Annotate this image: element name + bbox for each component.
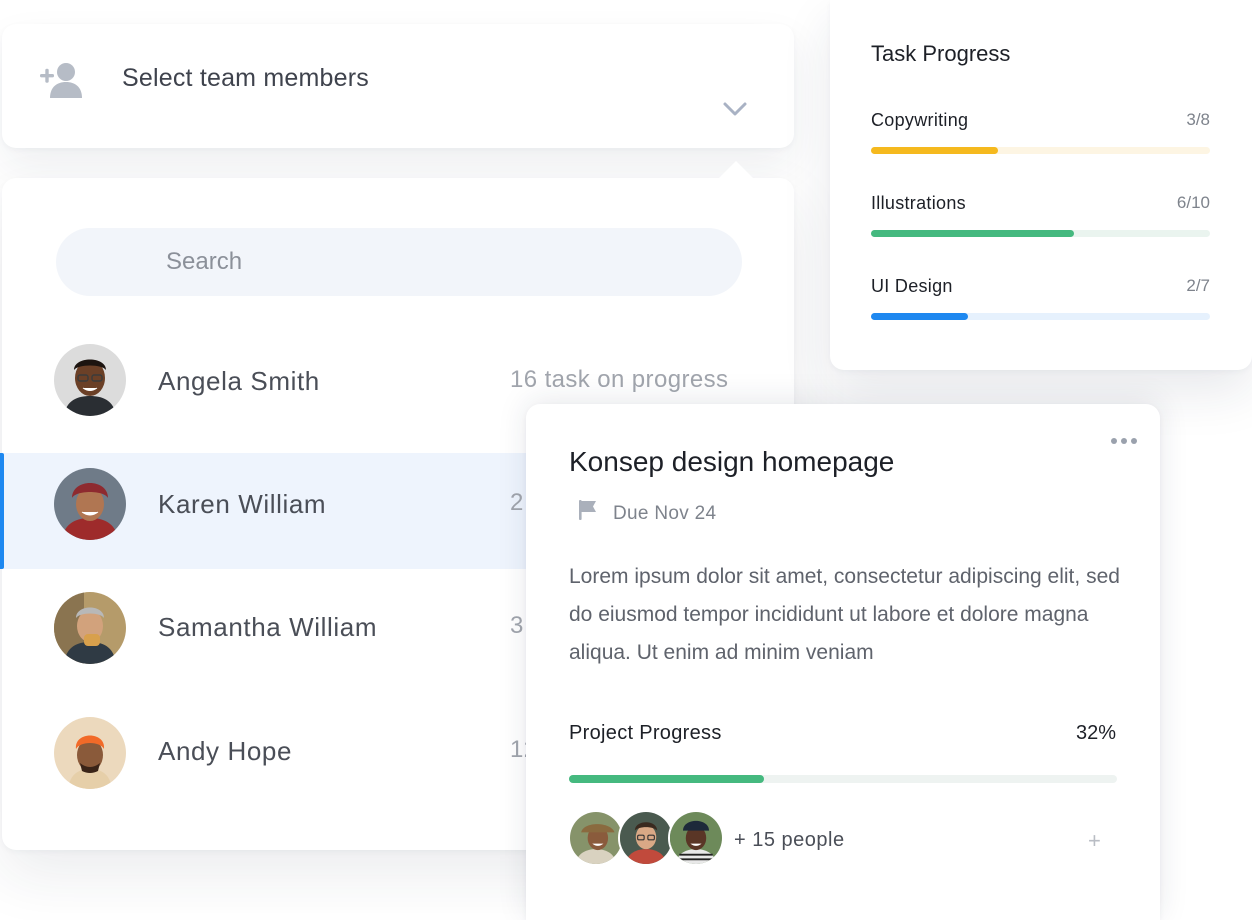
avatar (54, 592, 126, 664)
due-date: Due Nov 24 (613, 503, 717, 524)
task-progress-fill (871, 147, 999, 154)
people-count: + 15 people (734, 829, 845, 851)
avatar (54, 468, 126, 540)
task-name: Illustrations (871, 193, 966, 213)
task-item-ui-design: UI Design 2/7 (871, 276, 1210, 326)
task-progress-track (871, 147, 1210, 154)
team-select-dropdown[interactable]: Select team members (2, 24, 794, 148)
project-card: Konsep design homepage Due Nov 24 Lorem … (526, 404, 1160, 920)
flag-icon (579, 500, 596, 520)
task-progress-fill (871, 313, 968, 320)
member-name: Angela Smith (158, 366, 320, 396)
project-progress-track (569, 775, 1117, 783)
task-progress-card: Task Progress Copywriting 3/8 Illustrati… (830, 0, 1252, 370)
task-name: Copywriting (871, 110, 969, 130)
task-item-illustrations: Illustrations 6/10 (871, 193, 1210, 243)
avatar (54, 717, 126, 789)
task-count: 6/10 (1176, 193, 1210, 212)
avatar (618, 810, 674, 866)
project-title: Konsep design homepage (569, 446, 895, 477)
add-people-button[interactable]: + (1088, 828, 1101, 854)
more-dots-icon[interactable] (1110, 436, 1138, 446)
member-task-count: 3 (510, 612, 524, 639)
task-progress-title: Task Progress (871, 41, 1011, 66)
avatar (668, 810, 724, 866)
project-progress-value: 32% (1075, 722, 1116, 744)
project-description: Lorem ipsum dolor sit amet, consectetur … (569, 565, 1120, 664)
member-name: Andy Hope (158, 736, 293, 766)
project-progress-fill (569, 775, 764, 783)
task-progress-fill (871, 230, 1075, 237)
task-count: 2/7 (1186, 276, 1210, 295)
member-task-count: 2 (510, 489, 524, 516)
search-input[interactable] (56, 228, 742, 296)
task-count: 3/8 (1186, 110, 1210, 129)
project-progress-label: Project Progress (569, 722, 722, 744)
chevron-down-icon[interactable] (722, 100, 748, 118)
avatar (568, 810, 624, 866)
task-name: UI Design (871, 276, 953, 296)
dropdown-caret (718, 161, 754, 179)
task-item-copywriting: Copywriting 3/8 (871, 110, 1210, 160)
member-task-count: 16 task on progress (510, 366, 729, 393)
member-name: Samantha William (158, 612, 378, 642)
task-progress-track (871, 230, 1210, 237)
member-name: Karen William (158, 489, 327, 519)
avatar (54, 344, 126, 416)
task-progress-track (871, 313, 1210, 320)
select-team-label: Select team members (122, 64, 369, 92)
add-user-icon (40, 63, 82, 98)
